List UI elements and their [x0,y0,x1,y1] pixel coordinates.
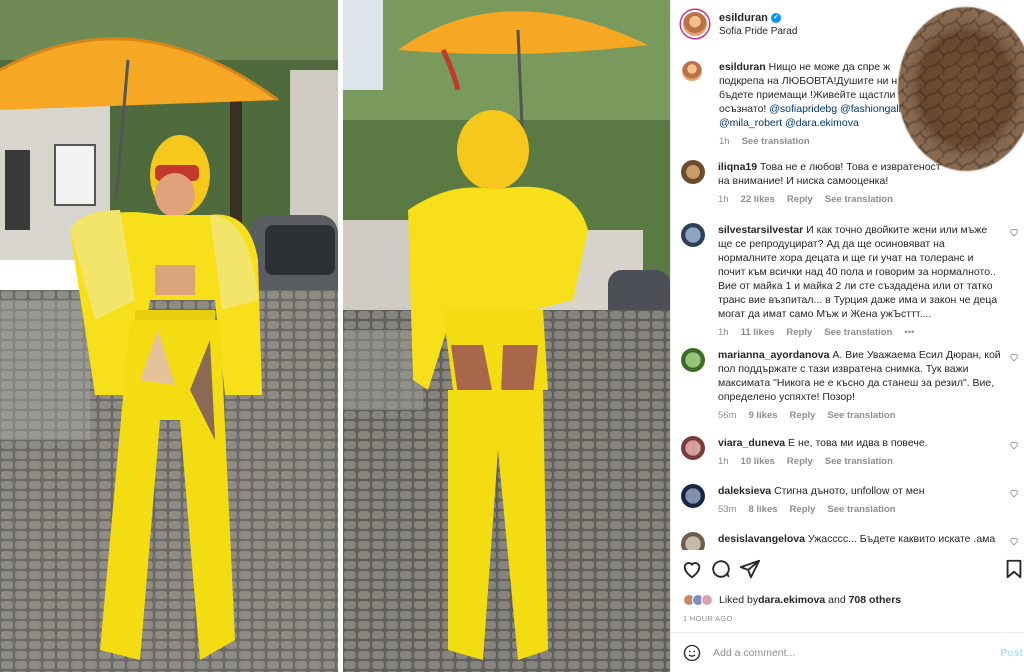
comment-likes[interactable]: 8 likes [748,503,777,517]
photo-back-view[interactable] [343,0,670,672]
post-location[interactable]: Sofia Pride Parad [719,26,797,37]
commenter-avatar[interactable] [681,436,705,460]
post-comment-button[interactable]: Post [1000,647,1023,659]
comment-like-heart-icon[interactable] [1009,440,1019,450]
comment-text: Ужасссс... Бъдете каквито искате .ама [807,533,996,545]
comment-like-heart-icon[interactable] [1009,352,1019,362]
liker-avatar [701,594,713,606]
comment-like-heart-icon[interactable] [1009,227,1019,237]
comment-username[interactable]: marianna_ayordanova [718,349,829,361]
see-translation-link[interactable]: See translation [824,326,892,340]
comment-text-2: на внимание! И ниска самооценка! [718,175,889,187]
comments-list[interactable]: esilduran Нищо не може да спре ж подкреп… [671,50,1024,550]
comment-time[interactable]: 56m [718,409,736,423]
caption-time[interactable]: 1h [719,135,730,149]
comment-time[interactable]: 1h [718,455,729,469]
comment-time[interactable]: 1h [718,326,729,340]
likes-and: and [825,594,849,606]
comment-text: Стигна дъното, unfollow от мен [774,485,925,497]
comment-item: desislavangelova Ужасссс... Бъдете какви… [681,532,1021,550]
comment-text: Е не, това ми идва в повече. [788,437,928,449]
liker-avatars [683,594,713,606]
see-translation-link[interactable]: See translation [825,455,893,469]
post-sidebar: esilduran ✓ Sofia Pride Parad esilduran … [670,0,1024,672]
commenter-avatar[interactable] [681,348,705,372]
caption-line-1: Нищо не може да спре ж [768,61,891,73]
caption-line-2: подкрепа на ЛЮБОВТА!Душите ни н [719,75,898,87]
comment-username[interactable]: viara_duneva [718,437,785,449]
mention-link[interactable]: @fashiongall [840,103,901,115]
post-caption: esilduran Нищо не може да спре ж подкреп… [681,60,1021,149]
reply-button[interactable]: Reply [786,326,812,340]
heart-icon[interactable] [681,558,703,580]
reply-button[interactable]: Reply [787,193,813,207]
commenter-avatar[interactable] [681,484,705,508]
commenter-avatar[interactable] [681,532,705,550]
add-comment-bar: Post [671,632,1024,672]
see-translation-link[interactable]: See translation [825,193,893,207]
mention-link[interactable]: @mila_robert [719,117,782,129]
bookmark-icon[interactable] [1003,558,1024,580]
reply-button[interactable]: Reply [790,409,816,423]
comment-icon[interactable] [710,558,732,580]
see-translation-link[interactable]: See translation [742,135,810,149]
comment-item: viara_duneva Е не, това ми идва в повече… [681,436,1021,469]
comment-likes[interactable]: 11 likes [741,326,775,340]
liked-by-user[interactable]: dara.ekimova [758,594,825,606]
comment-likes[interactable]: 22 likes [741,193,775,207]
photo-back-illustration [343,0,670,672]
emoji-icon[interactable] [683,644,701,662]
author-avatar[interactable] [681,10,709,38]
comment-time[interactable]: 53m [718,503,736,517]
comment-username[interactable]: iliqna19 [718,161,757,173]
see-translation-link[interactable]: See translation [827,409,895,423]
photo-front-illustration [0,0,338,672]
post-media[interactable] [0,0,670,672]
caption-line-3: бъдете приемащи !Живейте щастли [719,89,896,101]
comment-item: marianna_ayordanova А. Вие Уважаема Есил… [681,348,1021,423]
more-options-icon[interactable]: ••• [904,326,914,340]
likes-others[interactable]: 708 others [849,594,902,606]
comment-time[interactable]: 1h [718,193,729,207]
reply-button[interactable]: Reply [787,455,813,469]
mention-link[interactable]: @sofiapridebg [769,103,837,115]
post-actions [671,558,1024,588]
see-translation-link[interactable]: See translation [827,503,895,517]
author-username-text[interactable]: esilduran [719,12,768,24]
comment-text: Това не е любов! Това е извратеност [760,161,941,173]
caption-line-4: осъзнато! [719,103,770,115]
comment-item: iliqna19 Това не е любов! Това е изврате… [681,160,1021,207]
commenter-avatar[interactable] [681,160,705,184]
reply-button[interactable]: Reply [790,503,816,517]
post-header: esilduran ✓ Sofia Pride Parad [671,0,1024,48]
comment-likes[interactable]: 10 likes [741,455,775,469]
mention-link[interactable]: @dara.ekimova [785,117,859,129]
comment-like-heart-icon[interactable] [1009,488,1019,498]
comment-item: daleksieva Стигна дъното, unfollow от ме… [681,484,1021,517]
comment-likes[interactable]: 9 likes [748,409,777,423]
post-timestamp[interactable]: 1 HOUR AGO [683,614,733,623]
likes-summary[interactable]: Liked by dara.ekimova and 708 others [683,594,901,606]
comment-username[interactable]: desislavangelova [718,533,805,545]
comment-username[interactable]: silvestarsilvestar [718,224,803,236]
comment-input[interactable] [713,646,993,659]
comment-like-heart-icon[interactable] [1009,536,1019,546]
comment-username[interactable]: daleksieva [718,485,771,497]
likes-prefix: Liked by [719,594,759,606]
comment-item: silvestarsilvestar И как точно двойките … [681,223,1021,340]
comment-text: И как точно двойките жени или мъже ще се… [718,224,998,320]
photo-front-view[interactable] [0,0,338,672]
author-username[interactable]: esilduran ✓ [719,12,797,24]
verified-badge-icon: ✓ [770,12,781,23]
caption-author-avatar[interactable] [681,60,703,82]
caption-username[interactable]: esilduran [719,61,766,73]
send-icon[interactable] [739,558,761,580]
commenter-avatar[interactable] [681,223,705,247]
